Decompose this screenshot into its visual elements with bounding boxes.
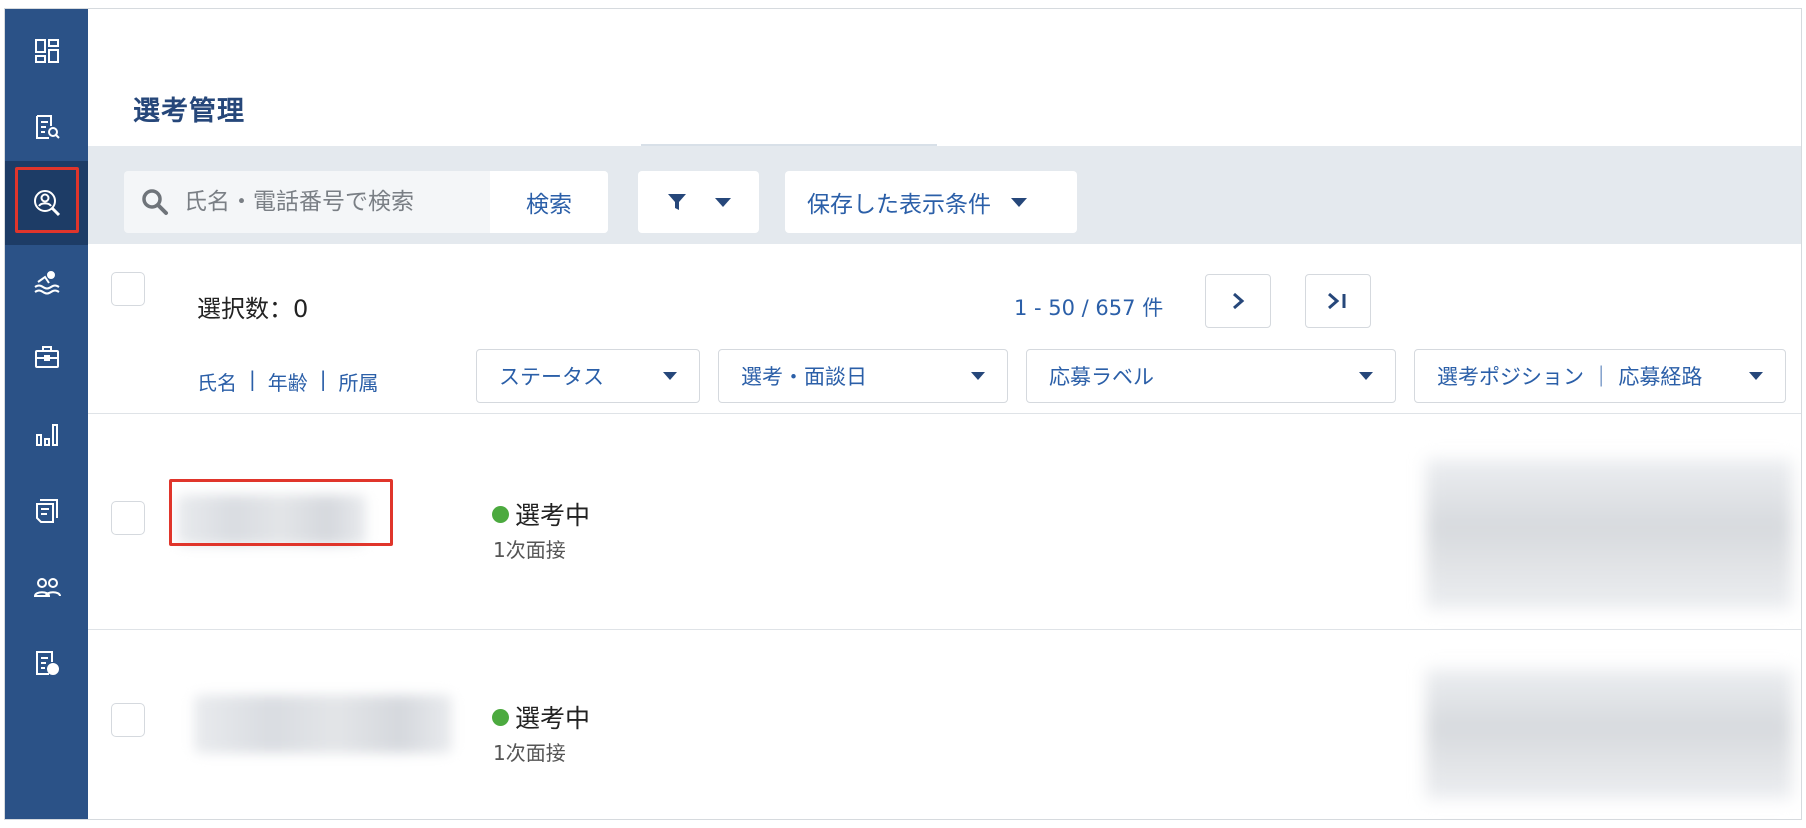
chevron-down-icon	[1359, 372, 1373, 380]
chevron-down-icon	[714, 197, 731, 207]
sidebar-item-reports[interactable]	[5, 393, 88, 477]
status-column-label: ステータス	[499, 365, 604, 389]
position-info-redacted	[1426, 669, 1792, 799]
label-column-filter[interactable]: 応募ラベル	[1026, 349, 1396, 403]
saved-conditions-dropdown[interactable]: 保存した表示条件	[785, 171, 1077, 233]
row-divider	[88, 629, 1801, 630]
last-page-button[interactable]	[1305, 274, 1371, 328]
select-all-checkbox[interactable]	[111, 272, 145, 306]
position-column-filter[interactable]: 選考ポジション ｜ 応募経路	[1414, 349, 1786, 403]
position-column-label: 選考ポジション ｜ 応募経路	[1437, 365, 1703, 389]
sidebar-item-dashboard[interactable]	[5, 9, 88, 93]
candidate-name-redacted[interactable]	[177, 495, 366, 545]
search-input[interactable]	[184, 171, 484, 233]
column-name-age-affiliation[interactable]: 氏名 | 年齢 | 所属	[197, 367, 379, 396]
person-search-icon	[33, 190, 60, 217]
bar-chart-icon	[35, 424, 58, 446]
status-text: 選考中	[515, 704, 591, 733]
document-export-icon	[35, 651, 59, 675]
status-stage: 1次面接	[493, 538, 566, 562]
users-icon	[33, 578, 61, 597]
search-button[interactable]: 検索	[490, 171, 608, 233]
chevron-down-icon	[663, 372, 677, 380]
app-window: 選考管理 検索 保存した表示条件 選択数：0	[4, 8, 1802, 820]
status-dot-icon	[492, 505, 509, 523]
status-dot-icon	[492, 708, 509, 726]
status-badge: 選考中	[492, 496, 590, 532]
filter-dropdown-button[interactable]	[638, 171, 759, 233]
date-column-filter[interactable]: 選考・面談日	[718, 349, 1008, 403]
header-divider	[88, 413, 1801, 414]
dashboard-icon	[34, 39, 59, 63]
page-title: 選考管理	[133, 96, 245, 127]
last-page-icon	[1328, 292, 1346, 310]
main-content: 選考管理 検索 保存した表示条件 選択数：0	[88, 9, 1801, 819]
column-separator: |	[319, 367, 327, 391]
chevron-right-icon	[1233, 292, 1245, 310]
status-column-filter[interactable]: ステータス	[476, 349, 700, 403]
chevron-down-icon	[1011, 197, 1027, 207]
sidebar	[5, 9, 88, 819]
status-text: 選考中	[515, 501, 591, 530]
column-age[interactable]: 年齢	[268, 367, 308, 396]
sidebar-item-users[interactable]	[5, 545, 88, 629]
row-checkbox[interactable]	[111, 501, 145, 535]
search-icon	[142, 189, 168, 215]
column-separator: |	[249, 367, 256, 391]
next-page-button[interactable]	[1205, 274, 1271, 328]
sidebar-item-candidate-search[interactable]	[5, 161, 88, 245]
position-info-redacted	[1426, 459, 1792, 609]
chevron-down-icon	[1749, 372, 1763, 380]
search-box: 検索	[124, 171, 608, 233]
document-search-icon	[35, 115, 60, 139]
sidebar-item-swimmer[interactable]	[5, 239, 88, 323]
sidebar-item-export[interactable]	[5, 621, 88, 705]
briefcase-icon	[34, 346, 59, 368]
sidebar-item-documents[interactable]	[5, 469, 88, 553]
filter-icon	[667, 194, 686, 210]
date-column-label: 選考・面談日	[741, 365, 867, 389]
saved-conditions-label: 保存した表示条件	[807, 192, 991, 218]
status-badge: 選考中	[492, 699, 590, 735]
chevron-down-icon	[971, 372, 985, 380]
column-name[interactable]: 氏名	[197, 367, 237, 396]
label-column-label: 応募ラベル	[1049, 365, 1154, 389]
row-checkbox[interactable]	[111, 703, 145, 737]
selection-count: 選択数：0	[197, 295, 309, 323]
pagination-info: 1 - 50 / 657 件	[1014, 296, 1164, 320]
swimmer-icon	[33, 271, 60, 295]
sidebar-item-jobs[interactable]	[5, 315, 88, 399]
status-stage: 1次面接	[493, 741, 566, 765]
search-toolbar: 検索 保存した表示条件	[88, 146, 1801, 244]
sidebar-item-document-search[interactable]	[5, 85, 88, 169]
column-affiliation[interactable]: 所属	[339, 367, 379, 396]
candidate-name-redacted[interactable]	[194, 695, 452, 753]
documents-icon	[35, 499, 58, 523]
